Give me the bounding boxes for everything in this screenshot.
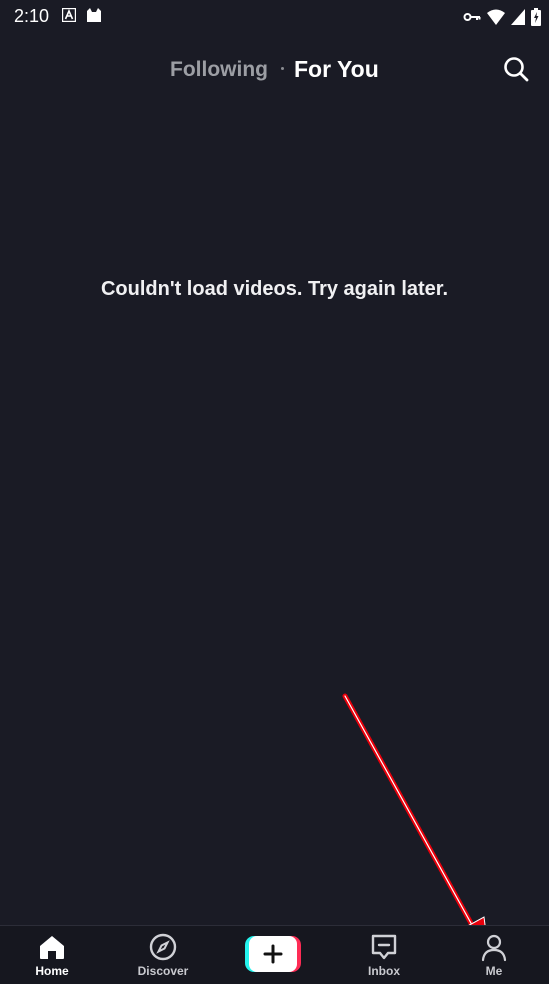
nav-home[interactable]: Home: [12, 932, 92, 982]
status-time: 2:10: [14, 6, 50, 26]
person-icon: [479, 932, 509, 962]
tab-for-you[interactable]: For You: [294, 56, 379, 83]
font-a-icon: [62, 8, 76, 22]
search-icon[interactable]: [503, 56, 529, 82]
home-icon: [37, 932, 67, 962]
error-message: Couldn't load videos. Try again later.: [100, 278, 449, 300]
nav-inbox[interactable]: Inbox: [344, 932, 424, 982]
compass-icon: [148, 932, 178, 962]
cat-notification-icon: [86, 8, 102, 22]
inbox-icon: [369, 932, 399, 962]
bottom-nav: Home Discover Inbox Me: [0, 925, 549, 984]
create-video-button[interactable]: [245, 936, 301, 972]
create-button-face: [249, 936, 297, 972]
nav-home-label: Home: [35, 964, 69, 978]
status-right-icons: [463, 8, 541, 26]
nav-me[interactable]: Me: [454, 932, 534, 982]
signal-icon: [511, 9, 525, 25]
status-left-icons: [62, 8, 102, 22]
status-bar: 2:10: [0, 0, 549, 34]
nav-discover[interactable]: Discover: [123, 932, 203, 982]
plus-icon: [263, 944, 283, 964]
top-tabs: Following For You: [0, 50, 549, 90]
nav-discover-label: Discover: [137, 964, 189, 978]
annotation-arrow: [342, 693, 489, 950]
tab-following[interactable]: Following: [170, 58, 268, 82]
vpn-key-icon: [463, 11, 481, 23]
wifi-icon: [487, 9, 505, 25]
nav-me-label: Me: [485, 964, 503, 978]
battery-icon: [531, 8, 541, 26]
tab-divider: [281, 67, 284, 70]
nav-inbox-label: Inbox: [368, 964, 400, 978]
